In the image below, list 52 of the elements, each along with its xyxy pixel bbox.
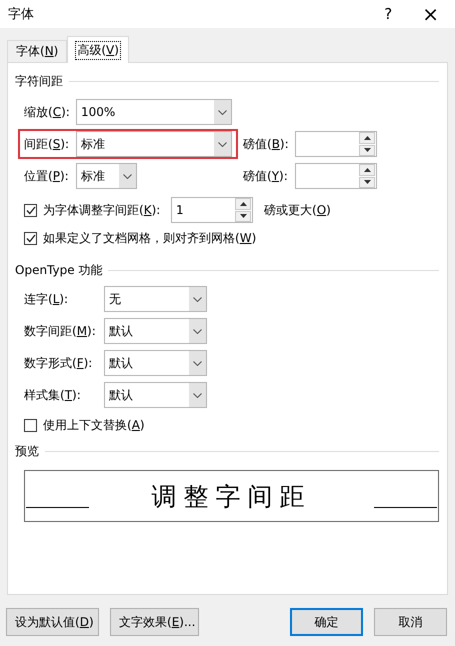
spin-field[interactable] [295, 163, 377, 189]
spin-field[interactable] [295, 131, 377, 157]
dropdown[interactable]: 无 [104, 286, 207, 312]
chevron-down-icon [218, 110, 227, 114]
up-arrow-icon [240, 202, 246, 206]
checkbox-label: 如果定义了文档网格，则对齐到网格(W) [43, 230, 256, 246]
checkbox-label: 为字体调整字间距(K): [43, 202, 162, 218]
dropdown[interactable]: 标准 [76, 131, 232, 157]
section-title: 字符间距 [15, 73, 63, 90]
chevron-down-icon [123, 174, 132, 178]
dialog-button[interactable]: 取消 [374, 608, 447, 636]
field-label: 样式集(T): [24, 386, 82, 404]
dropdown[interactable]: 标准 [76, 163, 137, 189]
chevron-down-icon [218, 142, 227, 146]
checkbox[interactable] [24, 232, 37, 244]
dropdown[interactable]: 默认 [104, 318, 207, 344]
down-arrow-icon [364, 180, 370, 184]
field-label: 缩放(C): [24, 104, 71, 120]
section-title: 预览 [15, 443, 39, 460]
up-arrow-icon [364, 136, 370, 140]
field-label: 磅值(B): [243, 136, 290, 152]
chevron-down-icon [193, 296, 202, 302]
field-label: 磅或更大(O) [264, 202, 331, 218]
dialog-button[interactable]: 设为默认值(D) [6, 608, 99, 636]
dialog-button[interactable]: 文字效果(E)... [110, 608, 199, 636]
dropdown[interactable]: 默认 [104, 382, 207, 408]
field-label: 间距(S): [24, 136, 70, 152]
preview-text: 调整字间距 [152, 480, 312, 512]
field-label: 位置(P): [24, 168, 70, 184]
help-button[interactable]: ? [384, 5, 392, 23]
dropdown[interactable]: 默认 [104, 350, 207, 376]
down-arrow-icon [240, 214, 246, 218]
chevron-down-icon [193, 392, 202, 398]
field-label: 磅值(Y): [243, 168, 289, 184]
close-button[interactable]: × [422, 2, 439, 26]
field-label: 数字形式(F): [24, 354, 94, 372]
window-title: 字体 [8, 6, 35, 23]
down-arrow-icon [364, 148, 370, 152]
chevron-down-icon [193, 360, 202, 366]
up-arrow-icon [364, 168, 370, 172]
spin-field[interactable]: 1 [171, 197, 253, 223]
dialog-button[interactable]: 确定 [290, 608, 363, 636]
field-label: 数字间距(M): [24, 322, 97, 340]
dropdown[interactable]: 100% [76, 99, 232, 125]
field-label: 连字(L): [24, 290, 70, 308]
tab[interactable]: 高级(V) [67, 36, 129, 63]
checkbox[interactable] [24, 204, 37, 216]
section-title: OpenType 功能 [15, 262, 102, 279]
checkbox-label: 使用上下文替换(A) [43, 416, 145, 434]
checkbox[interactable] [24, 418, 37, 432]
chevron-down-icon [193, 328, 202, 334]
tab[interactable]: 字体(N) [7, 40, 68, 62]
